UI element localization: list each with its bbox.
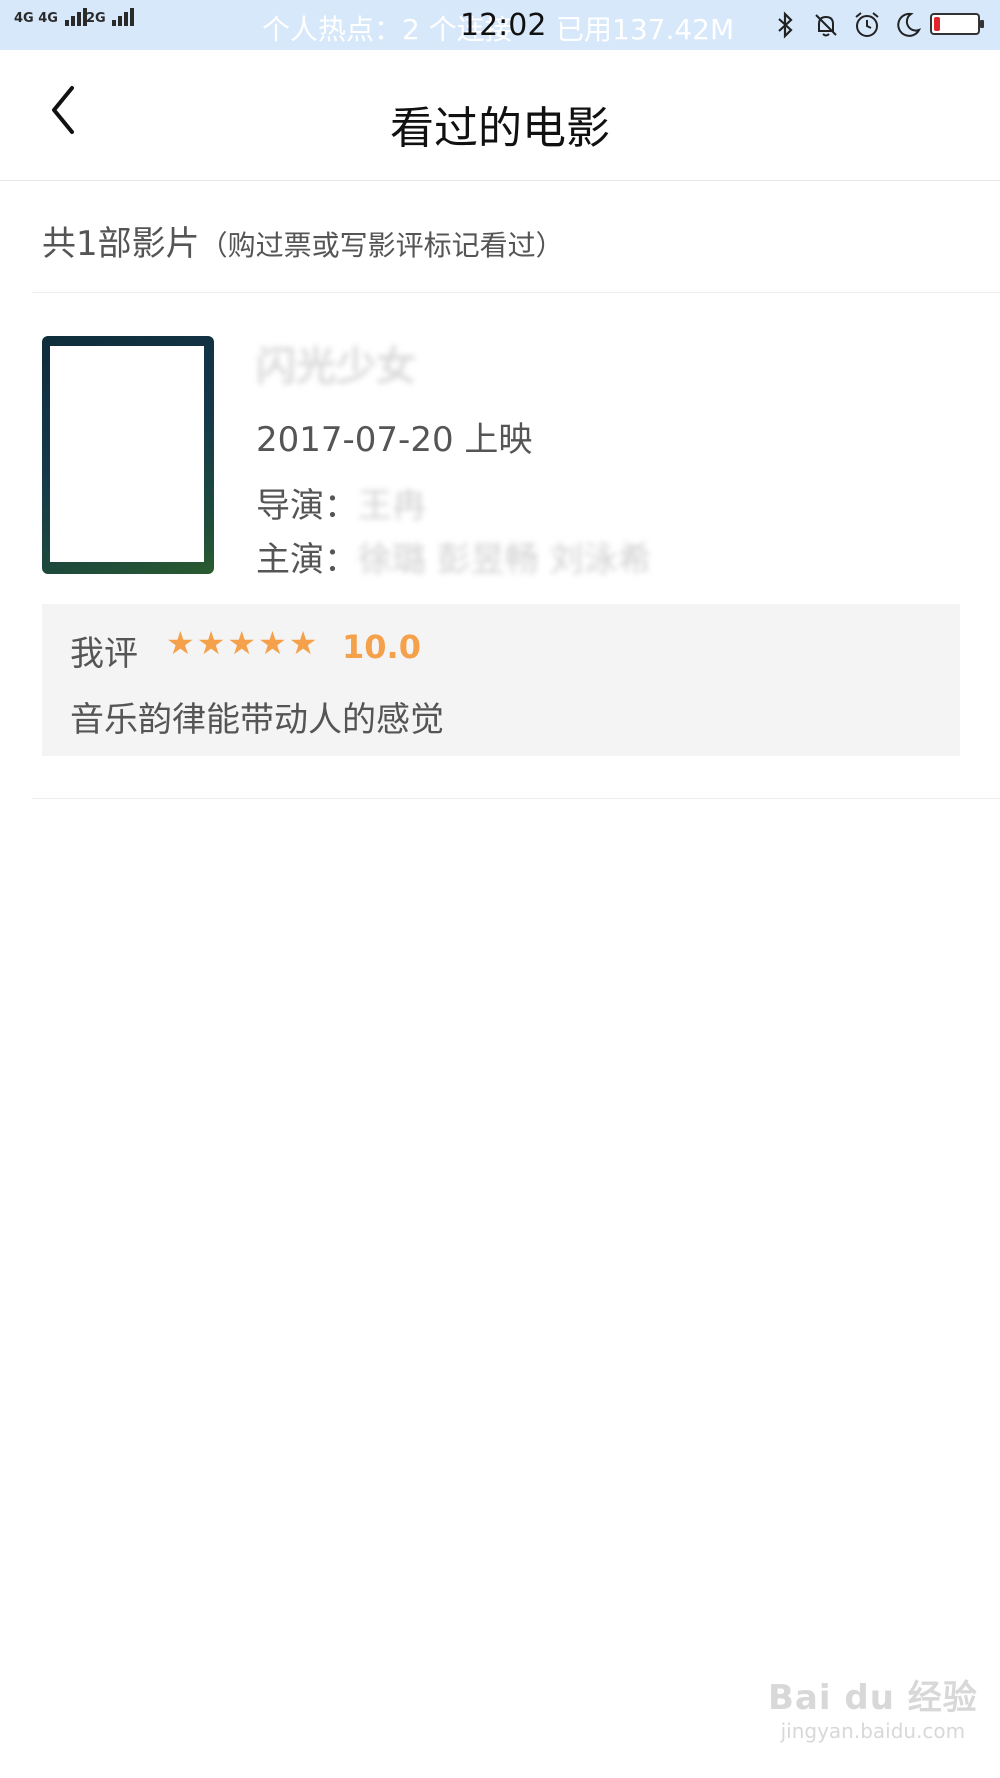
review-comment: 音乐韵律能带动人的感觉 bbox=[70, 700, 444, 740]
actors-line: 主演：徐璐 彭昱畅 刘泳希 bbox=[256, 532, 652, 581]
signal-label-1: 4G 4G bbox=[14, 11, 58, 26]
director-line: 导演：王冉 bbox=[256, 478, 426, 527]
movie-count: 共1部影片（购过票或写影评标记看过） bbox=[42, 216, 564, 265]
divider bbox=[32, 798, 1000, 799]
review-label: 我评 bbox=[70, 634, 138, 674]
battery-level bbox=[934, 17, 940, 31]
movie-count-text: 共1部影片 bbox=[42, 224, 200, 264]
review-score: 10.0 bbox=[342, 628, 421, 666]
movie-poster[interactable] bbox=[42, 336, 214, 574]
nav-header: 看过的电影 bbox=[0, 50, 1000, 181]
watermark-url: jingyan.baidu.com bbox=[780, 1719, 966, 1743]
battery-icon bbox=[930, 13, 984, 35]
moon-icon bbox=[893, 10, 923, 40]
star-rating-icon: ★★★★★ bbox=[166, 624, 320, 662]
page-title: 看过的电影 bbox=[390, 103, 610, 154]
actors-label: 主演： bbox=[256, 540, 358, 580]
movie-count-hint: （购过票或写影评标记看过） bbox=[199, 229, 564, 262]
signal-label-2: 2G bbox=[86, 11, 106, 26]
signal-2g-icon: 2G bbox=[86, 8, 136, 26]
movie-title[interactable]: 闪光少女 bbox=[256, 334, 416, 392]
data-usage: 已用137.42M bbox=[556, 13, 735, 46]
director-label: 导演： bbox=[256, 486, 358, 526]
signal-4g-icon: 4G 4G bbox=[14, 8, 89, 26]
alarm-icon bbox=[852, 10, 882, 40]
bluetooth-icon bbox=[770, 10, 800, 40]
actors-names: 徐璐 彭昱畅 刘泳希 bbox=[358, 540, 652, 580]
status-bar: 4G 4G 2G 个人热点：2 个连接 12:02 已用137.42M bbox=[0, 0, 1000, 50]
my-review[interactable]: 我评 ★★★★★ 10.0 音乐韵律能带动人的感觉 bbox=[42, 604, 960, 756]
director-name: 王冉 bbox=[358, 486, 426, 526]
status-time: 12:02 bbox=[460, 8, 547, 43]
watermark-brand: Bai du 经验 bbox=[768, 1678, 978, 1718]
divider bbox=[32, 292, 1000, 293]
poster-image bbox=[50, 346, 204, 562]
baidu-watermark: Bai du 经验 jingyan.baidu.com bbox=[768, 1670, 978, 1743]
release-date: 2017-07-20 上映 bbox=[256, 420, 533, 460]
bell-muted-icon bbox=[811, 10, 841, 40]
